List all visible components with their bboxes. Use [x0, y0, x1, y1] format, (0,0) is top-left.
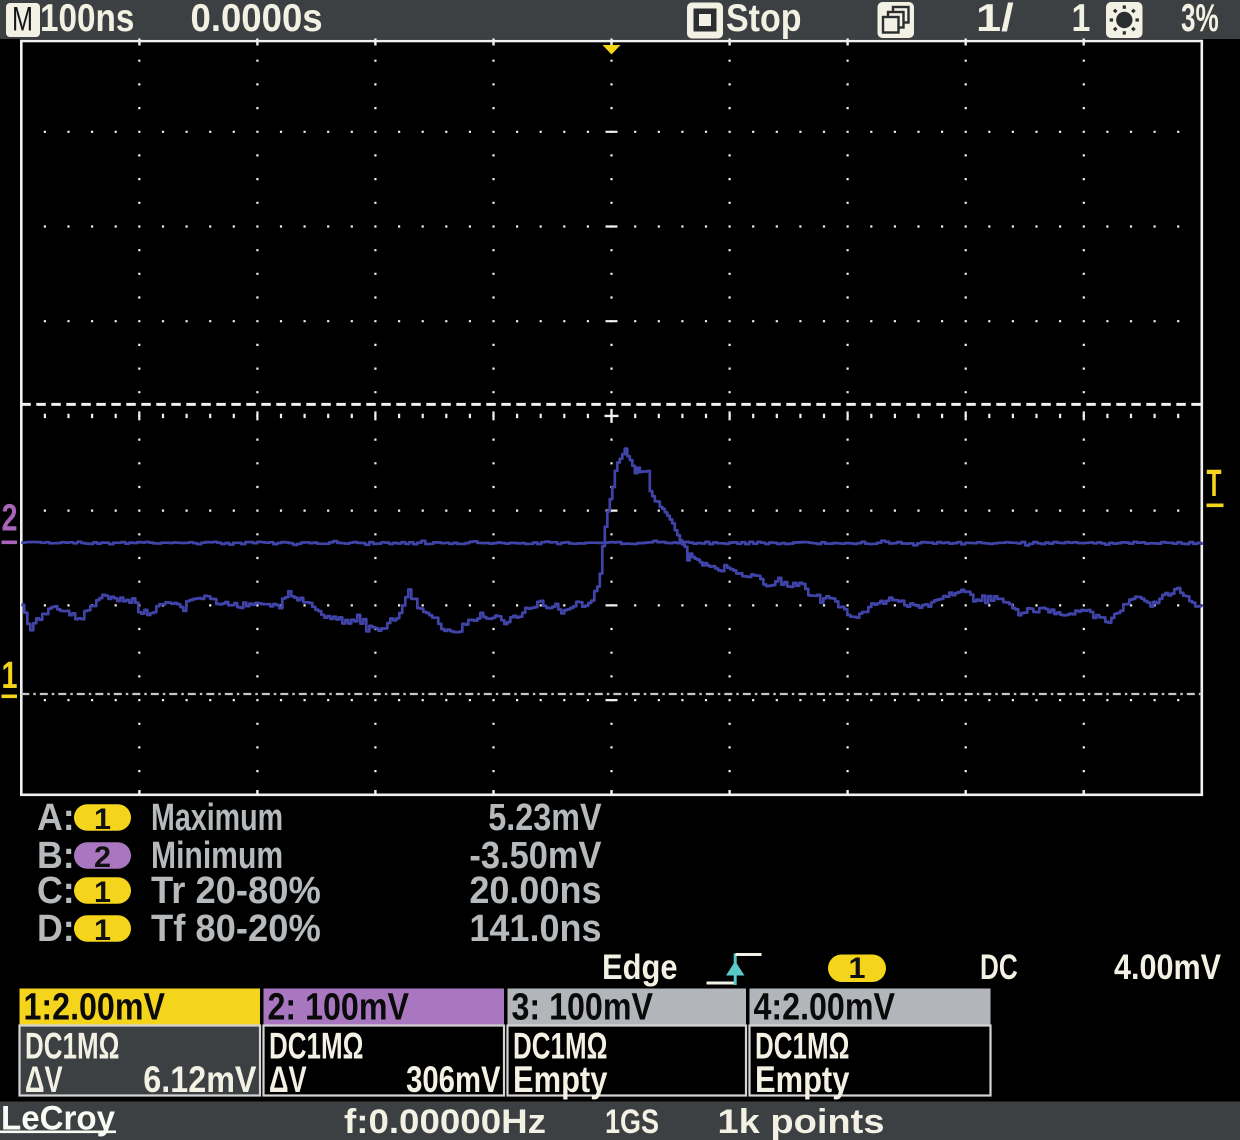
svg-text:D:: D: — [37, 908, 75, 950]
svg-text:T: T — [1207, 463, 1222, 505]
svg-text:1: 1 — [94, 876, 111, 909]
svg-text:1: 1 — [94, 914, 111, 947]
svg-text:Empty: Empty — [513, 1059, 608, 1100]
svg-text:3: 100mV: 3: 100mV — [512, 987, 654, 1029]
svg-text:4:2.00mV: 4:2.00mV — [754, 987, 896, 1029]
svg-text:2: 100mV: 2: 100mV — [268, 987, 410, 1029]
svg-text:1: 1 — [849, 952, 866, 985]
svg-text:C:: C: — [37, 870, 75, 912]
svg-text:ΔV: ΔV — [25, 1059, 63, 1100]
svg-text:2: 2 — [94, 841, 111, 874]
svg-text:6.12mV: 6.12mV — [143, 1059, 256, 1100]
svg-text:1:2.00mV: 1:2.00mV — [24, 987, 166, 1029]
svg-text:306mV: 306mV — [406, 1059, 501, 1100]
svg-text:Maximum: Maximum — [151, 797, 283, 839]
svg-text:f:0.00000Hz: f:0.00000Hz — [344, 1103, 546, 1140]
svg-text:3%: 3% — [1181, 0, 1219, 40]
svg-text:ΔV: ΔV — [269, 1059, 307, 1100]
svg-text:1GS: 1GS — [605, 1103, 659, 1140]
svg-text:Stop: Stop — [726, 0, 802, 40]
svg-text:A:: A: — [37, 797, 75, 839]
svg-text:4.00mV: 4.00mV — [1114, 948, 1222, 987]
svg-text:1: 1 — [1072, 0, 1091, 40]
svg-text:1: 1 — [2, 655, 18, 697]
svg-text:20.00ns: 20.00ns — [469, 870, 601, 912]
svg-text:M: M — [12, 1, 33, 39]
svg-text:100ns: 100ns — [40, 0, 134, 40]
svg-text:Empty: Empty — [755, 1059, 850, 1100]
svg-text:DC: DC — [980, 948, 1018, 987]
svg-text:Edge: Edge — [602, 948, 678, 987]
svg-text:1/: 1/ — [976, 0, 1014, 40]
svg-text:Tr 20-80%: Tr 20-80% — [151, 870, 321, 912]
svg-text:1: 1 — [94, 803, 111, 836]
svg-text:2: 2 — [2, 498, 18, 540]
svg-text:1k points: 1k points — [718, 1103, 885, 1140]
svg-text:0.0000s: 0.0000s — [191, 0, 323, 40]
svg-text:5.23mV: 5.23mV — [488, 797, 602, 839]
svg-text:141.0ns: 141.0ns — [469, 908, 601, 950]
svg-text:Tf 80-20%: Tf 80-20% — [151, 908, 321, 950]
